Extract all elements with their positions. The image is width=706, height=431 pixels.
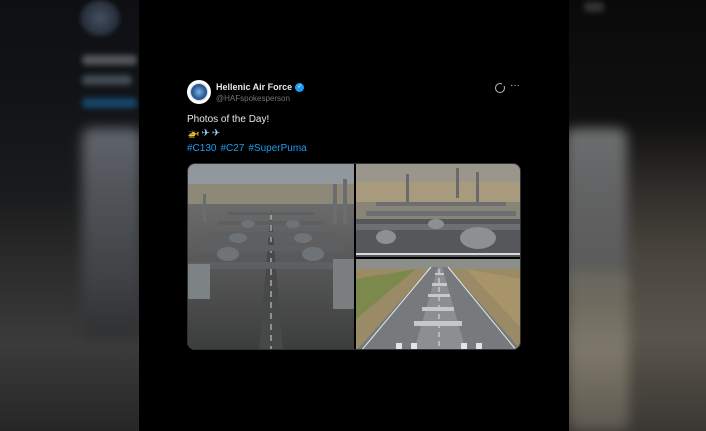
air-force-emblem-icon: [190, 83, 208, 101]
avatar[interactable]: [187, 80, 211, 104]
photo-drawing: [356, 164, 520, 257]
tweet-text: Photos of the Day!: [187, 114, 270, 125]
airplane-icon: ✈: [201, 128, 210, 139]
emoji-row: 🚁 ✈ ✈: [187, 128, 220, 139]
helicopter-icon: 🚁: [187, 128, 200, 139]
blurred-photo: [569, 270, 629, 430]
photo-runway-aerial-lineup[interactable]: [356, 259, 520, 349]
author-handle[interactable]: @HAFspokesperson: [216, 94, 290, 103]
blurred-photo: [569, 128, 627, 293]
photo-aircraft-formation-taxi[interactable]: [356, 164, 520, 257]
photo-drawing: [188, 164, 354, 349]
photo-c130-runway-lineup[interactable]: [188, 164, 354, 349]
blurred-icon: [584, 2, 604, 12]
blurred-background-right: [569, 0, 706, 431]
more-icon[interactable]: ···: [510, 80, 520, 91]
verified-badge-icon: ✓: [295, 82, 305, 92]
blurred-avatar: [80, 0, 120, 36]
hashtag-c130[interactable]: #C130: [187, 143, 216, 154]
blurred-text: [82, 55, 137, 65]
blurred-background-left: [0, 0, 139, 431]
blurred-emoji: [82, 75, 132, 85]
hashtag-c27[interactable]: #C27: [220, 143, 244, 154]
photo-drawing: [356, 259, 520, 349]
hashtag-superpuma[interactable]: #SuperPuma: [248, 143, 306, 154]
author-row: Hellenic Air Force ✓: [216, 82, 305, 92]
blurred-photo: [82, 128, 139, 338]
display-name[interactable]: Hellenic Air Force: [216, 82, 292, 92]
blurred-hashtags: [82, 98, 137, 108]
hashtags: #C130 #C27 #SuperPuma: [187, 143, 307, 154]
media-grid: [187, 163, 521, 350]
airplane-icon: ✈: [211, 128, 221, 139]
grok-icon[interactable]: [495, 82, 506, 93]
